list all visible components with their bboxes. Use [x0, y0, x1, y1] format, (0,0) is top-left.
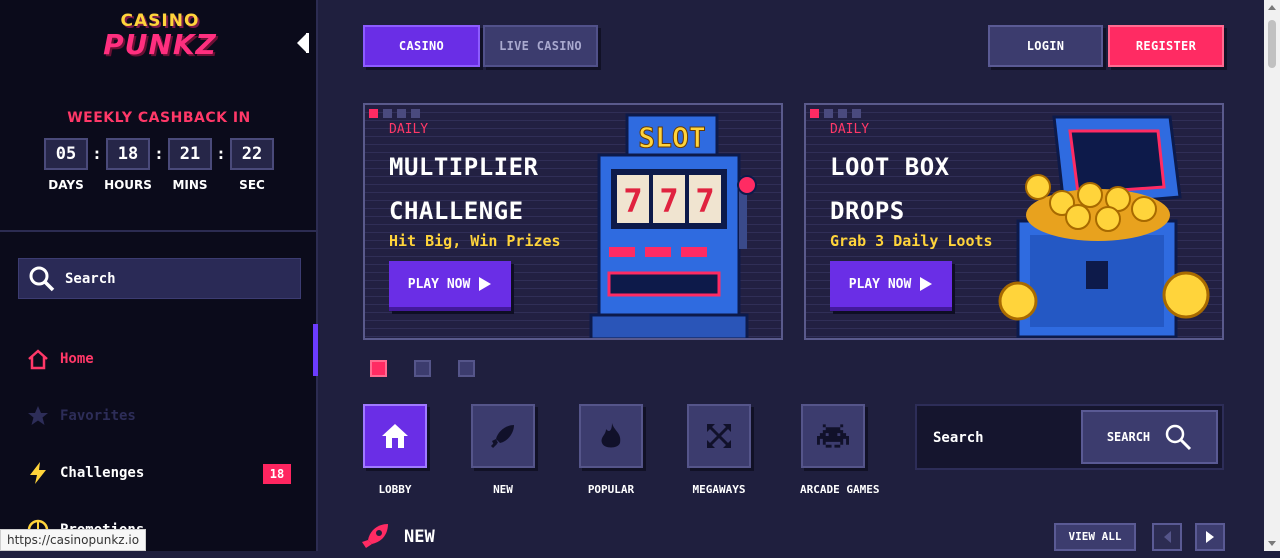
window-dots [369, 109, 420, 118]
rocket-icon [471, 404, 535, 468]
slot-machine-icon: SLOT 7 7 7 [589, 113, 757, 338]
banner-subtitle: Hit Big, Win Prizes [389, 232, 561, 250]
next-arrow-button[interactable] [1195, 523, 1225, 551]
login-button[interactable]: LOGIN [988, 25, 1103, 67]
play-icon [920, 277, 933, 291]
category-label: NEW [493, 483, 513, 496]
banner-subtitle: Grab 3 Daily Loots [830, 232, 993, 250]
category-new[interactable]: NEW [470, 404, 536, 496]
category-label: MEGAWAYS [692, 483, 746, 496]
space-invader-icon [801, 404, 865, 468]
category-megaways[interactable]: MEGAWAYS [686, 404, 752, 496]
expand-arrows-icon [687, 404, 751, 468]
svg-text:7: 7 [623, 182, 642, 220]
search-button[interactable]: SEARCH [1081, 410, 1218, 464]
tab-live-casino[interactable]: LIVE CASINO [483, 25, 598, 67]
sidebar-item-label: Challenges [60, 464, 145, 481]
banner-title-line-2: CHALLENGE [389, 197, 524, 225]
slot-sign-text: SLOT [638, 121, 705, 154]
scroll-up-icon[interactable] [1268, 5, 1276, 10]
game-search-bar: Search SEARCH [915, 404, 1224, 470]
sidebar-nav: Home Favorites Challenges Promotions 18 [0, 324, 318, 558]
window-dots [810, 109, 861, 118]
challenges-count-badge: 18 [263, 464, 291, 484]
timer-separator: : [154, 144, 164, 163]
play-now-label: PLAY NOW [407, 276, 471, 292]
svg-text:7: 7 [659, 182, 678, 220]
banner-loot-box-drops[interactable]: DAILY LOOT BOX DROPS Grab 3 Daily Loots … [804, 103, 1224, 340]
sidebar-item-home[interactable]: Home [0, 324, 318, 387]
section-new-header: NEW [360, 522, 435, 552]
timer-hours: 18 HOURS [104, 138, 152, 192]
scrollbar-thumb[interactable] [1268, 20, 1276, 68]
sidebar-search[interactable]: Search [18, 258, 301, 299]
collapse-sidebar-icon[interactable] [295, 33, 309, 53]
play-icon [479, 277, 492, 291]
search-icon [1165, 424, 1192, 451]
carousel-dot-2[interactable] [414, 360, 431, 377]
timer-separator: : [216, 144, 226, 163]
view-all-button[interactable]: VIEW ALL [1054, 523, 1136, 551]
timer-hours-label: HOURS [104, 178, 152, 192]
category-lobby[interactable]: LOBBY [362, 404, 428, 496]
prev-arrow-button[interactable] [1152, 523, 1182, 551]
home-icon [26, 347, 50, 371]
register-button[interactable]: REGISTER [1108, 25, 1224, 67]
banner-tag: DAILY [389, 122, 429, 137]
sidebar: CASINO PUNKZ WEEKLY CASHBACK IN 05 DAYS … [0, 0, 318, 551]
casino-punkz-logo[interactable]: CASINO PUNKZ [100, 12, 220, 60]
flame-icon [579, 404, 643, 468]
banner-multiplier-challenge[interactable]: DAILY MULTIPLIER CHALLENGE Hit Big, Win … [363, 103, 783, 340]
carousel-dot-3[interactable] [458, 360, 475, 377]
banner-title-line-1: MULTIPLIER [389, 153, 539, 181]
sidebar-item-label: Home [60, 350, 94, 367]
timer-days-label: DAYS [48, 178, 84, 192]
sidebar-item-label: Favorites [60, 407, 136, 424]
play-now-button[interactable]: PLAY NOW [830, 261, 952, 311]
banner-tag: DAILY [830, 122, 870, 137]
svg-text:7: 7 [695, 182, 714, 220]
logo-line-2: PUNKZ [103, 28, 217, 61]
lightning-icon [26, 461, 50, 485]
timer-mins-label: MINS [172, 178, 208, 192]
sidebar-item-favorites[interactable]: Favorites [0, 387, 318, 444]
status-bar-url: https://casinopunkz.io [0, 529, 147, 551]
tab-casino[interactable]: CASINO [363, 25, 480, 67]
treasure-chest-icon [998, 115, 1210, 338]
game-search-input[interactable]: Search [933, 430, 984, 446]
category-label: ARCADE GAMES [800, 483, 880, 496]
category-arcade-games[interactable]: ARCADE GAMES [800, 404, 880, 496]
timer-separator: : [92, 144, 102, 163]
play-now-label: PLAY NOW [848, 276, 912, 292]
carousel-dot-1[interactable] [370, 360, 387, 377]
timer-hours-value: 18 [106, 138, 150, 170]
banner-title: MULTIPLIER CHALLENGE [389, 145, 609, 233]
cashback-title: WEEKLY CASHBACK IN [67, 110, 251, 126]
sidebar-search-label: Search [65, 270, 116, 287]
section-new-title: NEW [404, 527, 435, 547]
scroll-down-icon[interactable] [1268, 541, 1276, 546]
timer-mins: 21 MINS [166, 138, 214, 192]
chevron-left-icon [1164, 531, 1171, 543]
category-popular[interactable]: POPULAR [578, 404, 644, 496]
house-icon [363, 404, 427, 468]
category-label: POPULAR [587, 483, 635, 496]
play-now-button[interactable]: PLAY NOW [389, 261, 511, 311]
search-button-label: SEARCH [1106, 430, 1151, 444]
sidebar-divider [0, 230, 318, 232]
rocket-icon [362, 524, 388, 548]
search-icon [19, 266, 65, 292]
timer-sec: 22 SEC [228, 138, 276, 192]
star-icon [26, 404, 50, 428]
timer-sec-label: SEC [239, 178, 265, 192]
category-label: LOBBY [378, 483, 412, 496]
cashback-timer: 05 DAYS : 18 HOURS : 21 MINS : 22 SEC [42, 138, 276, 192]
timer-sec-value: 22 [230, 138, 274, 170]
timer-days: 05 DAYS [42, 138, 90, 192]
timer-mins-value: 21 [168, 138, 212, 170]
carousel-dots [370, 360, 475, 377]
page-scrollbar[interactable] [1264, 0, 1280, 551]
timer-days-value: 05 [44, 138, 88, 170]
chevron-right-icon [1206, 531, 1214, 543]
